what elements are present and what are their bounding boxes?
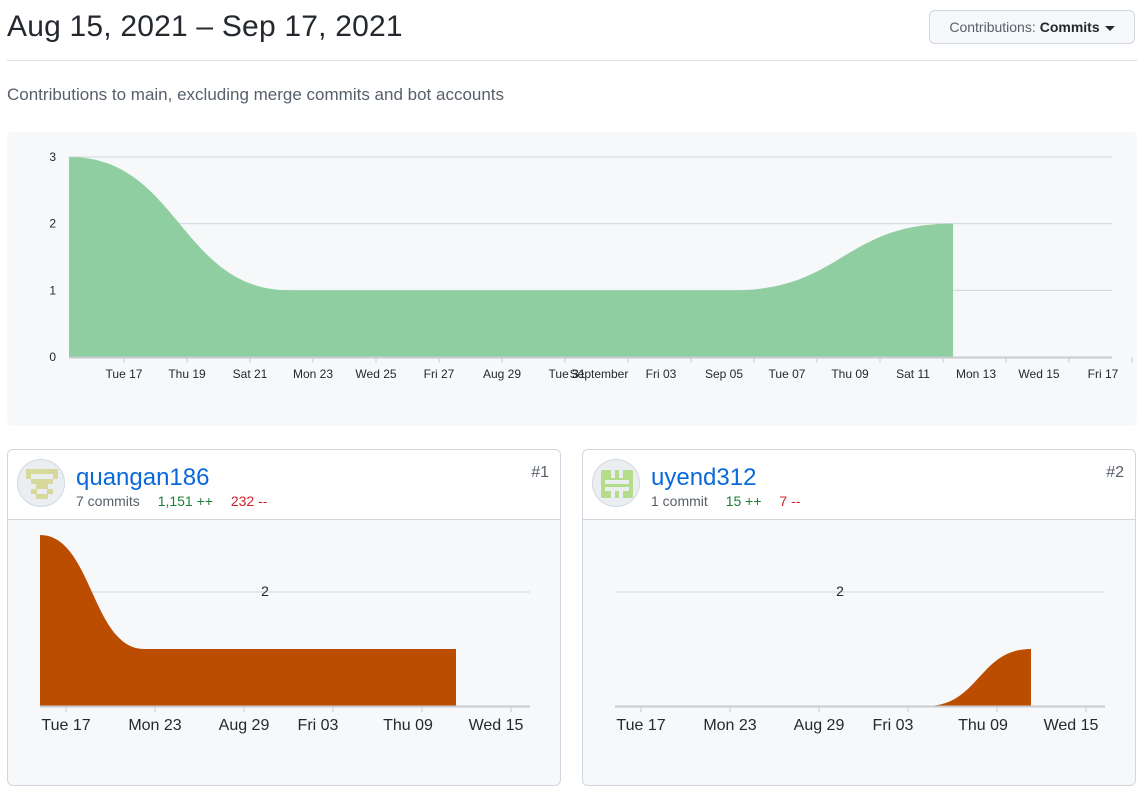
commit-count-link[interactable]: 1 commit [651, 493, 708, 509]
x-tick-label: Thu 19 [168, 367, 206, 381]
x-tick-label: Tue 17 [106, 367, 143, 381]
identicon-icon [593, 460, 639, 506]
deletions-count: 7 -- [779, 493, 801, 509]
x-tick-label: Wed 15 [1018, 367, 1059, 381]
x-tick-label: Thu 09 [383, 717, 433, 734]
x-tick-label: Sep 05 [705, 367, 743, 381]
x-tick-label: Wed 15 [469, 717, 524, 734]
page-subtitle: Contributions to main, excluding merge c… [7, 85, 505, 104]
additions-count: 15 ++ [725, 493, 762, 509]
contributions-value: Commits [1039, 19, 1100, 35]
area-series [69, 157, 953, 357]
x-tick-label: Wed 15 [1044, 717, 1099, 734]
contributor-card-header: quangan186 7 commits 1,151 ++ 232 -- #1 [8, 450, 560, 520]
x-tick-label: Tue 17 [41, 717, 90, 734]
contributor-rank: #1 [531, 464, 549, 481]
y-tick-label: 0 [49, 350, 56, 364]
x-tick-label: Tue 07 [769, 367, 806, 381]
y-tick-label: 3 [49, 150, 56, 164]
date-range-title: Aug 15, 2021 – Sep 17, 2021 [7, 10, 403, 43]
area-series [615, 649, 1031, 706]
contributor-username-link[interactable]: quangan186 [76, 464, 209, 492]
contributions-type-dropdown[interactable]: Contributions: Commits [929, 10, 1135, 44]
x-tick-label: Wed 25 [355, 367, 396, 381]
x-tick-label: Tue 17 [616, 717, 665, 734]
contributions-label: Contributions: [949, 19, 1036, 35]
x-tick-label: Fri 17 [1088, 367, 1119, 381]
y-tick-label: 2 [836, 583, 844, 599]
y-tick-label: 2 [49, 217, 56, 231]
contributor-stats: 7 commits 1,151 ++ 232 -- [76, 493, 267, 509]
y-tick-label: 2 [261, 583, 269, 599]
avatar[interactable] [17, 459, 65, 507]
contributor-rank: #2 [1106, 464, 1124, 481]
x-tick-label: Sat 11 [896, 367, 930, 381]
contributor-card: uyend312 1 commit 15 ++ 7 -- #2 2 Tue 17 M… [582, 449, 1136, 786]
x-tick-label: Fri 03 [646, 367, 677, 381]
additions-count: 1,151 ++ [157, 493, 213, 509]
main-contributions-chart: 0 1 2 3 Tue 17 Thu 19 Sat 21 Mon 23 Wed 25 Fri 27… [7, 132, 1137, 426]
identicon-icon [18, 460, 64, 506]
x-tick-label: Aug 29 [794, 717, 845, 734]
commit-count-link[interactable]: 7 commits [76, 493, 140, 509]
x-tick-label: Mon 23 [293, 367, 333, 381]
contributor-username-link[interactable]: uyend312 [651, 464, 756, 492]
x-tick-label: Thu 09 [958, 717, 1008, 734]
contributor-card-header: uyend312 1 commit 15 ++ 7 -- #2 [583, 450, 1135, 520]
x-tick-label: Sat 21 [233, 367, 268, 381]
x-tick-label: September [570, 367, 629, 381]
area-series [40, 535, 456, 706]
x-tick-label: Aug 29 [219, 717, 270, 734]
x-tick-label: Mon 13 [956, 367, 996, 381]
deletions-count: 232 -- [230, 493, 268, 509]
header-divider [7, 60, 1137, 61]
contributor-chart: 2 Tue 17 Mon 23 Aug 29 Fri 03 Thu 09 Wed 15 [614, 583, 1105, 734]
y-tick-label: 1 [49, 283, 56, 297]
caret-down-icon [1104, 25, 1115, 31]
x-tick-label: Fri 03 [873, 717, 914, 734]
avatar[interactable] [592, 459, 640, 507]
x-tick-label: Mon 23 [128, 717, 181, 734]
contributor-stats: 1 commit 15 ++ 7 -- [651, 493, 800, 509]
x-tick-label: Thu 09 [831, 367, 869, 381]
main-chart-svg: 0 1 2 3 Tue 17 Thu 19 Sat 21 Mon 23 Wed 25 Fri 27… [49, 150, 1133, 381]
x-tick-label: Mon 23 [703, 717, 756, 734]
x-tick-label: Aug 29 [483, 367, 521, 381]
x-tick-label: Fri 27 [424, 367, 455, 381]
x-tick-label: Fri 03 [298, 717, 339, 734]
contributor-chart: 2 Tue 17 Mon 23 Aug 29 Fri 03 Thu 09 Wed 15 [39, 534, 530, 734]
contributor-card: quangan186 7 commits 1,151 ++ 232 -- #1 … [7, 449, 561, 786]
